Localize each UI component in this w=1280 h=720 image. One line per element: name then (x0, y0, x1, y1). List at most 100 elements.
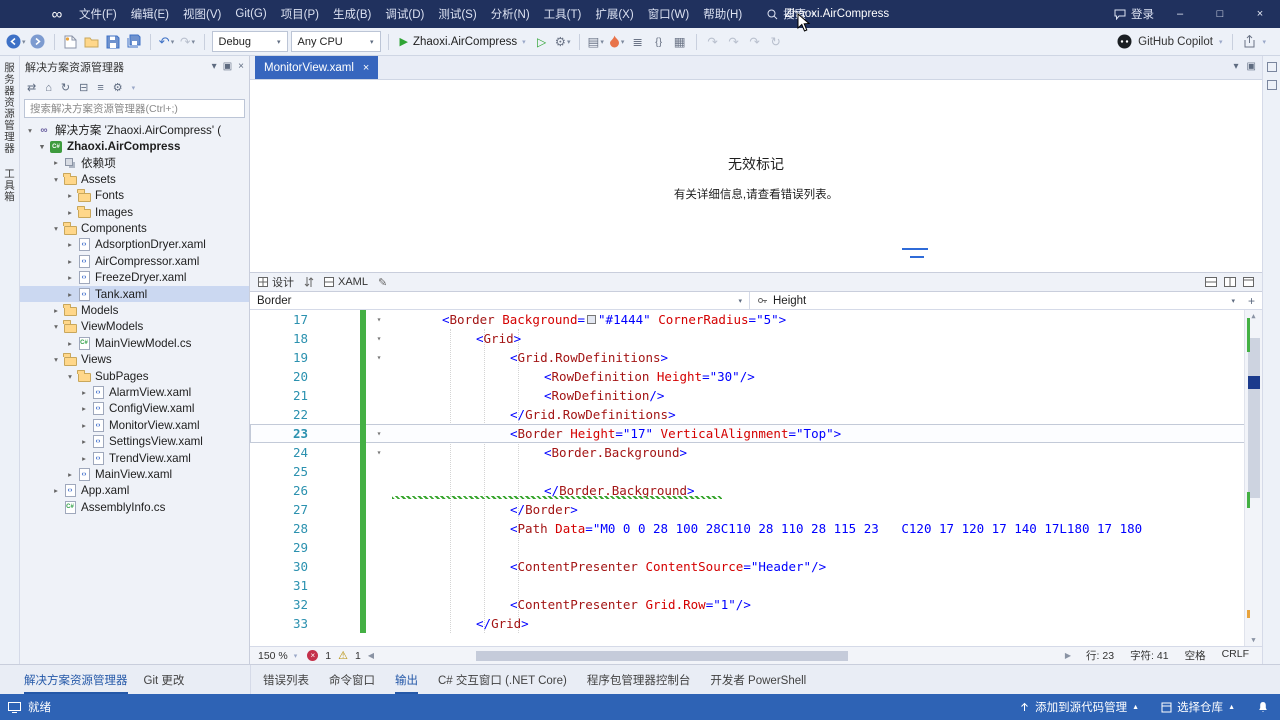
expander-icon[interactable]: ▸ (64, 257, 76, 266)
code-line-32[interactable]: 32 <ContentPresenter Grid.Row="1"/> (250, 595, 1262, 614)
split-vertical-icon[interactable] (1224, 277, 1236, 287)
eol-indicator[interactable]: CRLF (1222, 648, 1249, 663)
save-button[interactable] (104, 31, 122, 53)
menu-edit[interactable]: 编辑(E) (124, 0, 176, 28)
code-line-28[interactable]: 28 <Path Data="M0 0 0 28 100 28C110 28 11… (250, 519, 1262, 538)
hot-reload-button[interactable]: ▾ (608, 31, 626, 53)
fold-chevron-icon[interactable]: ▾ (366, 310, 392, 329)
tree-item-monitorview[interactable]: ▸ ‹› MonitorView.xaml (20, 417, 249, 433)
code-line-31[interactable]: 31 (250, 576, 1262, 595)
notifications-button[interactable] (1246, 694, 1280, 720)
warning-badge-icon[interactable]: ⚠ (338, 649, 348, 662)
tab-command-window[interactable]: 命令窗口 (329, 665, 375, 694)
tree-item-trendview[interactable]: ▸ ‹› TrendView.xaml (20, 450, 249, 466)
error-badge-icon[interactable]: × (307, 650, 319, 661)
menu-debug[interactable]: 调试(D) (378, 0, 431, 28)
collapse-all-icon[interactable]: ⊟ (79, 81, 88, 94)
switch-views-icon[interactable]: ⇄ (27, 81, 36, 94)
tree-item-mainviewmodel[interactable]: ▸ C# MainViewModel.cs (20, 335, 249, 351)
home-icon[interactable]: ⌂ (45, 82, 52, 94)
code-line-22[interactable]: 22 </Grid.RowDefinitions> (250, 405, 1262, 424)
minimize-button[interactable]: – (1160, 0, 1200, 28)
code-line-27[interactable]: 27 </Border> (250, 500, 1262, 519)
expander-icon[interactable]: ▸ (78, 454, 90, 463)
chevron-down-icon[interactable]: ▾ (212, 61, 217, 72)
fold-chevron-icon[interactable]: ▾ (366, 443, 392, 462)
right-margin-icon[interactable] (1266, 80, 1277, 90)
tab-package-manager-console[interactable]: 程序包管理器控制台 (587, 665, 691, 694)
code-line-24[interactable]: 24 ▾ <Border.Background> (250, 443, 1262, 462)
expander-icon[interactable]: ▸ (64, 208, 76, 217)
tree-item-settingsview[interactable]: ▸ ‹› SettingsView.xaml (20, 433, 249, 449)
edit-pencil-icon[interactable]: ✎ (378, 276, 387, 289)
code-line-18[interactable]: 18 ▾ <Grid> (250, 329, 1262, 348)
tree-item-subpages[interactable]: ▾ SubPages (20, 368, 249, 384)
tree-item-assets[interactable]: ▾ Assets (20, 171, 249, 187)
tree-item-configview[interactable]: ▸ ‹› ConfigView.xaml (20, 401, 249, 417)
zoom-combo[interactable]: 150 % ▾ (255, 650, 300, 662)
document-tab-monitorview[interactable]: MonitorView.xaml × (255, 56, 379, 79)
expander-icon[interactable]: ▸ (64, 339, 76, 348)
expander-icon[interactable]: ▾ (36, 142, 48, 151)
server-explorer-vertical-tab[interactable]: 服务器资源管理器 (2, 62, 17, 154)
github-copilot-button[interactable]: GitHub Copilot ▾ ▾ (1117, 33, 1274, 50)
add-to-source-control-button[interactable]: 添加到源代码管理 ▲ (1008, 694, 1150, 720)
menu-git[interactable]: Git(G) (228, 0, 273, 28)
pin-icon[interactable]: ▣ (223, 61, 232, 72)
solution-configuration-combo[interactable]: Debug ▾ (211, 31, 288, 52)
tree-item-dependencies[interactable]: ▸ 依赖项 (20, 155, 249, 171)
tree-item-viewmodels[interactable]: ▾ ViewModels (20, 319, 249, 335)
expander-icon[interactable]: ▾ (64, 372, 76, 381)
tree-item-assemblyinfo[interactable]: C# AssemblyInfo.cs (20, 499, 249, 515)
tree-item-models[interactable]: ▸ Models (20, 302, 249, 318)
start-debugging-button[interactable]: ▶ Zhaoxi.AirCompress ▾ (396, 31, 530, 53)
expander-icon[interactable]: ▾ (50, 355, 62, 364)
expander-icon[interactable]: ▸ (64, 290, 76, 299)
tab-solution-explorer[interactable]: 解决方案资源管理器 (24, 665, 128, 694)
menu-build[interactable]: 生成(B) (326, 0, 378, 28)
code-line-30[interactable]: 30 <ContentPresenter ContentSource="Heade… (250, 557, 1262, 576)
attribute-brackets-button[interactable]: {} (650, 31, 668, 53)
space-indicator[interactable]: 空格 (1185, 648, 1206, 663)
code-line-21[interactable]: 21 <RowDefinition/> (250, 386, 1262, 405)
step-out-button[interactable]: ↷ (746, 31, 764, 53)
fold-chevron-icon[interactable]: ▾ (366, 329, 392, 348)
color-swatch[interactable] (587, 315, 597, 324)
menu-help[interactable]: 帮助(H) (696, 0, 749, 28)
maximize-button[interactable]: □ (1200, 0, 1240, 28)
navigate-forward-button[interactable] (29, 31, 47, 53)
expander-icon[interactable]: ▸ (78, 437, 90, 446)
expander-icon[interactable]: ▸ (64, 273, 76, 282)
expander-icon[interactable]: ▾ (50, 322, 62, 331)
tree-item-alarmview[interactable]: ▸ ‹› AlarmView.xaml (20, 384, 249, 400)
close-button[interactable]: × (1240, 0, 1280, 28)
close-icon[interactable]: × (238, 61, 244, 72)
navigate-back-button[interactable]: ▾ (6, 31, 26, 53)
start-without-debugging-button[interactable]: ▷ (533, 31, 551, 53)
scroll-left-icon[interactable]: ◀ (368, 651, 374, 660)
expander-icon[interactable]: ▸ (64, 191, 76, 200)
expander-icon[interactable]: ▸ (78, 421, 90, 430)
expander-icon[interactable]: ▾ (24, 126, 36, 135)
fold-chevron-icon[interactable]: ▾ (366, 348, 392, 367)
tree-item-images[interactable]: ▸ Images (20, 204, 249, 220)
right-margin-icon[interactable] (1266, 62, 1277, 72)
code-line-33[interactable]: 33 </Grid> (250, 614, 1262, 633)
background-tasks-icon[interactable] (8, 701, 21, 713)
open-file-button[interactable] (83, 31, 101, 53)
scroll-right-icon[interactable]: ▶ (1065, 651, 1071, 660)
toolbox-vertical-tab[interactable]: 工具箱 (2, 168, 17, 203)
select-repository-button[interactable]: 选择仓库 ▲ (1150, 694, 1246, 720)
redo-button[interactable]: ↷ ▾ (179, 31, 197, 53)
tree-item-solution[interactable]: ▾ ∞ 解决方案 'Zhaoxi.AirCompress' ( (20, 122, 249, 138)
menu-extensions[interactable]: 扩展(X) (588, 0, 640, 28)
feedback-signin[interactable]: 登录 (1114, 6, 1154, 22)
swap-panes-icon[interactable] (304, 276, 314, 288)
tree-item-views[interactable]: ▾ Views (20, 351, 249, 367)
chevron-down-icon[interactable]: ▾ (132, 84, 136, 92)
expander-icon[interactable]: ▾ (50, 224, 62, 233)
code-line-20[interactable]: 20 <RowDefinition Height="30"/> (250, 367, 1262, 386)
expander-icon[interactable]: ▸ (78, 404, 90, 413)
window-layout-button[interactable]: ▤ ▾ (587, 31, 605, 53)
fold-chevron-icon[interactable]: ▾ (366, 424, 392, 443)
